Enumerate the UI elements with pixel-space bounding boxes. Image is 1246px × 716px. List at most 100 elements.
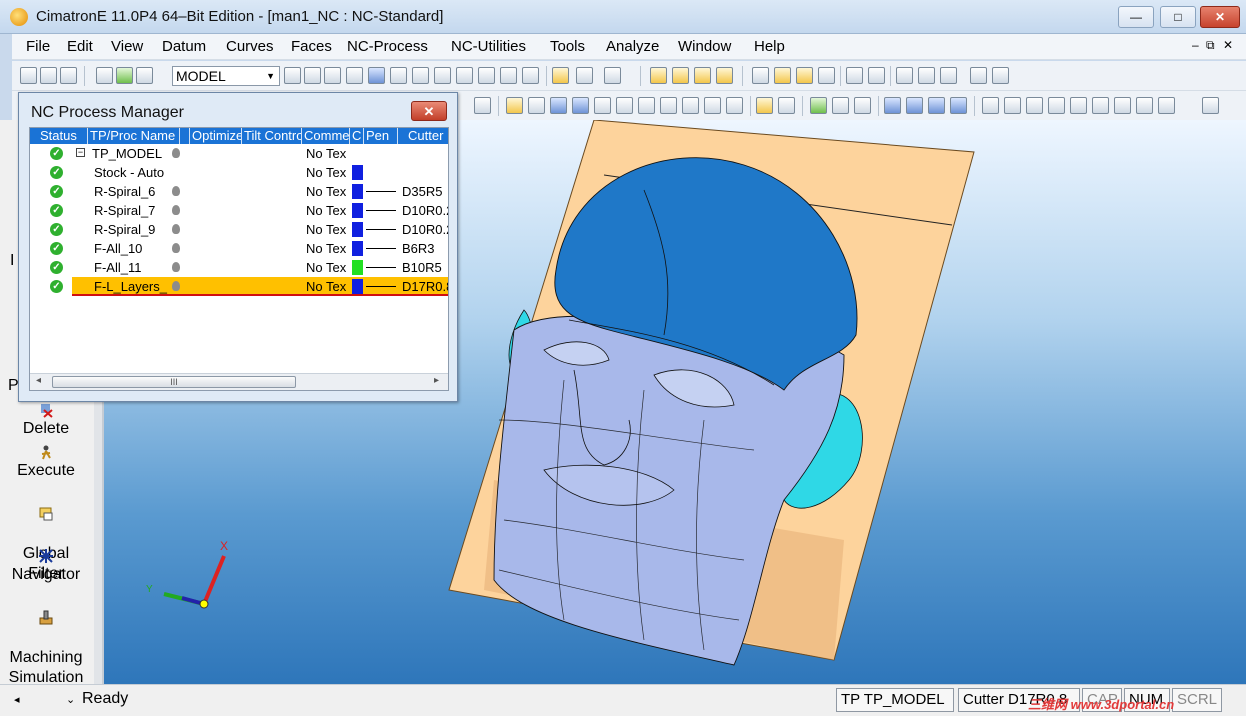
zoom-select-icon[interactable] (324, 67, 341, 84)
view-left-icon[interactable] (500, 67, 517, 84)
render-mode-icon[interactable] (604, 67, 621, 84)
color-swatch[interactable] (352, 260, 363, 275)
col-blank[interactable] (180, 128, 190, 144)
view-right-icon[interactable] (434, 67, 451, 84)
menu-view[interactable]: View (111, 38, 143, 55)
table-row[interactable]: ✓ R-Spiral_6 No Tex D35R5 (30, 182, 448, 201)
set-display-icon[interactable] (116, 67, 133, 84)
filter-icon[interactable] (136, 67, 153, 84)
nc-list-icon[interactable] (572, 97, 589, 114)
zoom-all-icon[interactable] (284, 67, 301, 84)
surface-icon[interactable] (832, 97, 849, 114)
menu-help[interactable]: Help (754, 38, 785, 55)
nc-setup-icon[interactable] (528, 97, 545, 114)
mdi-restore-button[interactable]: ⧉ (1206, 38, 1215, 53)
boundary-icon[interactable] (854, 97, 871, 114)
col-comment[interactable]: Commen (302, 128, 350, 144)
navigator-button[interactable]: Navigator (0, 548, 92, 584)
select-mode-icon[interactable] (896, 67, 913, 84)
show-procedure-icon[interactable] (694, 67, 711, 84)
light-off-icon[interactable] (752, 67, 769, 84)
table-row[interactable]: ✓ R-Spiral_7 No Tex D10R0.2 (30, 201, 448, 220)
col-status[interactable]: Status (30, 128, 88, 144)
minimize-button[interactable]: — (1118, 6, 1154, 28)
col-name[interactable]: TP/Proc Name (88, 128, 180, 144)
model-select[interactable]: MODEL ▼ (172, 66, 280, 86)
visibility-bulb-icon[interactable] (172, 279, 180, 296)
plane-icon[interactable] (1070, 97, 1087, 114)
visibility-bulb-icon[interactable] (172, 260, 180, 277)
nc-sphere-icon[interactable] (616, 97, 633, 114)
visibility-bulb-icon[interactable] (172, 146, 180, 163)
measure-icon[interactable] (918, 67, 935, 84)
dialog-close-button[interactable]: ✕ (411, 101, 447, 121)
menu-window[interactable]: Window (678, 38, 731, 55)
arc-icon[interactable] (1048, 97, 1065, 114)
view-bottom-icon[interactable] (478, 67, 495, 84)
close-button[interactable]: ✕ (1200, 6, 1240, 28)
collapse-icon[interactable]: − (76, 148, 85, 157)
panel-scroll-left-icon[interactable]: ◂ (14, 693, 20, 706)
menu-tools[interactable]: Tools (550, 38, 585, 55)
curve-icon[interactable] (810, 97, 827, 114)
wireframe-icon[interactable] (576, 67, 593, 84)
circle-icon[interactable] (1026, 97, 1043, 114)
copy-icon[interactable] (970, 67, 987, 84)
table-row[interactable]: ✓ F-L_Layers_ No Tex D17R0.8 (50, 277, 448, 296)
machining-simulation-button[interactable]: Machining Simulation (0, 590, 92, 688)
back-arrow-icon[interactable] (846, 67, 863, 84)
show-toolpath-icon[interactable] (650, 67, 667, 84)
scroll-right-icon[interactable]: ▸ (434, 375, 439, 386)
col-cutter[interactable]: Cutter (398, 128, 448, 144)
polyline-icon[interactable] (1004, 97, 1021, 114)
ucs-icon[interactable] (906, 97, 923, 114)
view-back-icon[interactable] (456, 67, 473, 84)
maximize-button[interactable]: □ (1160, 6, 1196, 28)
cutter-icon[interactable] (638, 97, 655, 114)
table-row[interactable]: ✓ F-All_10 No Tex B6R3 (30, 239, 448, 258)
menu-curves[interactable]: Curves (226, 38, 274, 55)
nc-process-manager-icon[interactable] (506, 97, 523, 114)
menu-nc-utilities[interactable]: NC-Utilities (451, 38, 526, 55)
mdi-close-button[interactable]: ✕ (1223, 38, 1233, 52)
light-settings-icon[interactable] (818, 67, 835, 84)
color-swatch[interactable] (352, 222, 363, 237)
table-row[interactable]: ✓ − TP_MODEL No Tex (30, 144, 448, 163)
save-icon[interactable] (60, 67, 77, 84)
visibility-bulb-icon[interactable] (172, 184, 180, 201)
layer-icon[interactable] (96, 67, 113, 84)
col-tilt-control[interactable]: Tilt Control (242, 128, 302, 144)
panel-scroll-down-icon[interactable]: ⌄ (66, 693, 75, 706)
post-icon[interactable] (704, 97, 721, 114)
verify-icon[interactable] (756, 97, 773, 114)
table-row[interactable]: ✓ Stock - Auto No Tex (30, 163, 448, 182)
ucs-move-icon[interactable] (950, 97, 967, 114)
line-icon[interactable] (982, 97, 999, 114)
pan-icon[interactable] (346, 67, 363, 84)
scroll-thumb[interactable]: III (52, 376, 296, 388)
light-bulb-icon[interactable] (796, 67, 813, 84)
paste-icon[interactable] (992, 67, 1009, 84)
col-optimize[interactable]: Optimize (190, 128, 242, 144)
hide-icon[interactable] (1114, 97, 1131, 114)
nc-table-icon[interactable] (550, 97, 567, 114)
delete-button[interactable]: Delete (0, 402, 92, 438)
menu-edit[interactable]: Edit (67, 38, 93, 55)
menu-faces[interactable]: Faces (291, 38, 332, 55)
grid-horizontal-scrollbar[interactable]: ◂ III ▸ (30, 373, 448, 390)
dimension-icon[interactable] (1158, 97, 1175, 114)
show-cutter-icon[interactable] (716, 67, 733, 84)
ucs-rotate-icon[interactable] (928, 97, 945, 114)
holder-icon[interactable] (660, 97, 677, 114)
menu-file[interactable]: File (26, 38, 50, 55)
view-iso-icon[interactable] (368, 67, 385, 84)
pick-icon[interactable] (940, 67, 957, 84)
visibility-bulb-icon[interactable] (172, 241, 180, 258)
mdi-minimize-button[interactable]: – (1192, 38, 1199, 52)
color-swatch[interactable] (352, 241, 363, 256)
report-icon[interactable] (726, 97, 743, 114)
more-tools-icon[interactable] (1202, 97, 1219, 114)
menu-datum[interactable]: Datum (162, 38, 206, 55)
open-file-icon[interactable] (40, 67, 57, 84)
scroll-left-icon[interactable]: ◂ (36, 375, 41, 386)
